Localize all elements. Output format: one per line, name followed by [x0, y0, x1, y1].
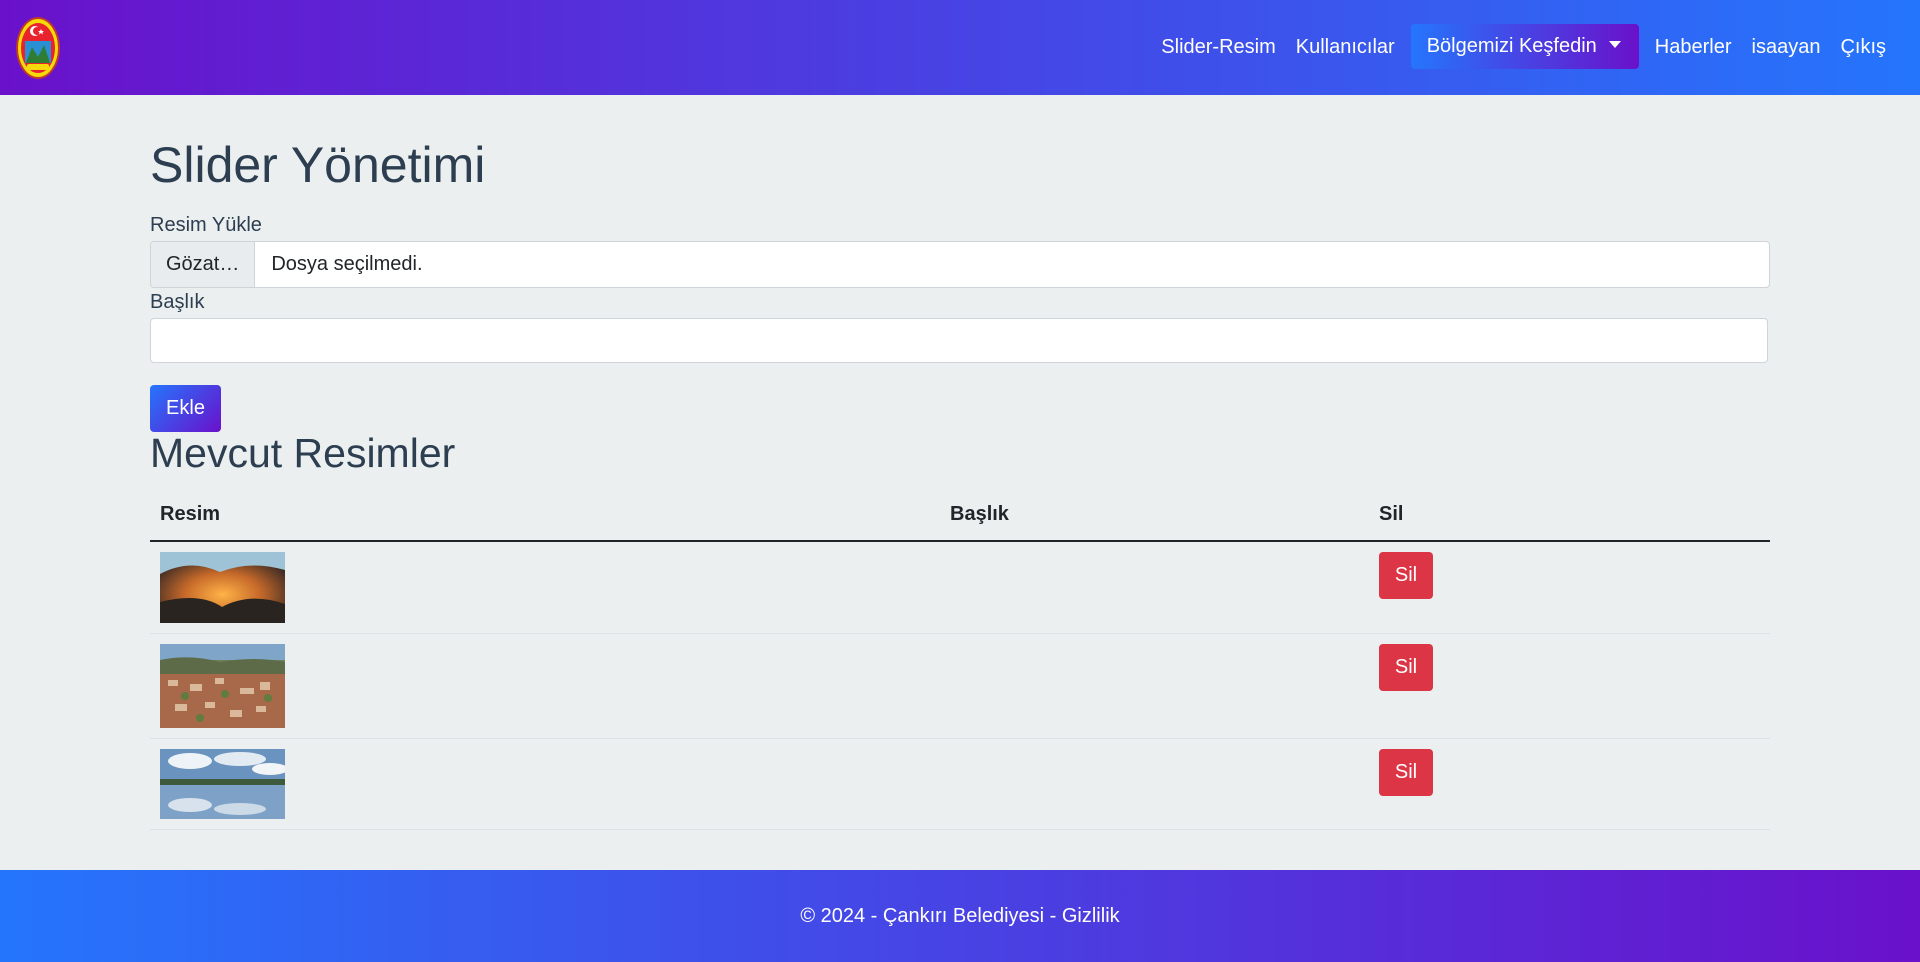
browse-button[interactable]: Gözat…	[151, 242, 256, 287]
column-header-caption: Başlık	[940, 488, 1369, 542]
image-cell	[150, 541, 940, 634]
caption-cell	[940, 541, 1369, 634]
nav-cikis[interactable]: Çıkış	[1830, 0, 1896, 95]
delete-cell: Sil	[1369, 633, 1770, 739]
caption-input[interactable]	[150, 318, 1768, 363]
delete-button[interactable]: Sil	[1379, 552, 1433, 599]
caption-label: Başlık	[150, 291, 205, 313]
main-nav: Slider-Resim Kullanıcılar Bölgemizi Keşf…	[1151, 0, 1896, 95]
delete-cell: Sil	[1369, 541, 1770, 634]
table-row: Sil	[150, 738, 1770, 830]
top-navbar: Slider-Resim Kullanıcılar Bölgemizi Keşf…	[0, 0, 1920, 95]
add-button[interactable]: Ekle	[150, 385, 221, 432]
image-cell	[150, 633, 940, 739]
dropdown-label: Bölgemizi Keşfedin	[1426, 35, 1597, 57]
file-status-text: Dosya seçilmedi.	[271, 253, 423, 275]
cave-thumbnail	[160, 552, 285, 623]
caret-down-icon	[1608, 41, 1621, 48]
existing-images-title: Mevcut Resimler	[150, 430, 456, 476]
city-thumbnail	[160, 644, 285, 728]
column-header-image: Resim	[150, 488, 940, 542]
nav-user-isaayan[interactable]: isaayan	[1742, 0, 1831, 95]
caption-cell	[940, 738, 1369, 830]
nav-bolgemizi-kesfedin-dropdown[interactable]: Bölgemizi Keşfedin	[1410, 24, 1639, 69]
nav-haberler[interactable]: Haberler	[1645, 0, 1742, 95]
page-title: Slider Yönetimi	[150, 137, 486, 193]
column-header-delete: Sil	[1369, 488, 1770, 542]
delete-cell: Sil	[1369, 738, 1770, 830]
delete-button[interactable]: Sil	[1379, 749, 1433, 796]
image-cell	[150, 738, 940, 830]
images-table: Resim Başlık Sil Sil Sil Sil	[150, 488, 1770, 830]
municipality-logo[interactable]	[16, 17, 60, 79]
nav-kullanicilar[interactable]: Kullanıcılar	[1286, 0, 1405, 95]
nav-slider-resim[interactable]: Slider-Resim	[1151, 0, 1285, 95]
footer-text: © 2024 - Çankırı Belediyesi - Gizlilik	[800, 904, 1120, 927]
table-header-row: Resim Başlık Sil	[150, 488, 1770, 542]
table-row: Sil	[150, 633, 1770, 739]
file-upload-input[interactable]: Gözat… Dosya seçilmedi.	[150, 241, 1770, 288]
delete-button[interactable]: Sil	[1379, 644, 1433, 691]
lake-thumbnail	[160, 749, 285, 819]
page-footer: © 2024 - Çankırı Belediyesi - Gizlilik	[0, 870, 1920, 962]
upload-label: Resim Yükle	[150, 214, 262, 236]
table-row: Sil	[150, 541, 1770, 634]
caption-cell	[940, 633, 1369, 739]
